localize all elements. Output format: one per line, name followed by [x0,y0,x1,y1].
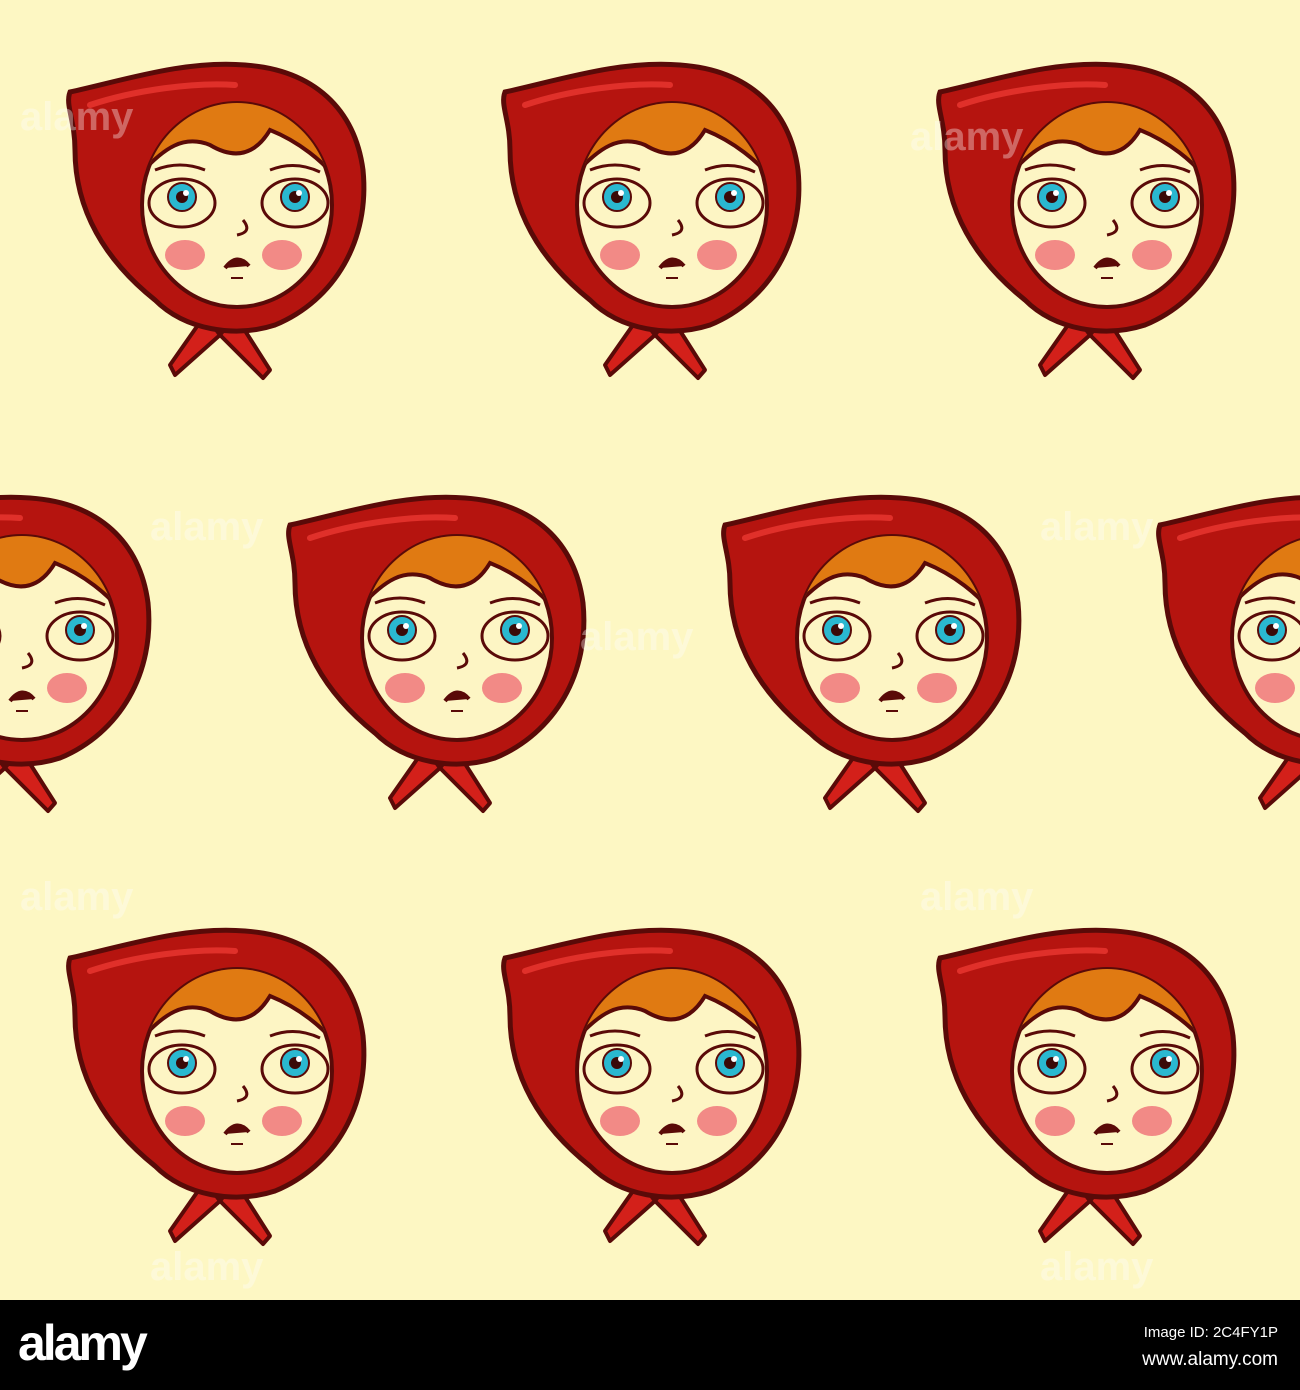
alamy-logo: alamy [18,1315,148,1371]
watermark-text: alamy [20,95,134,139]
watermark-footer: alamy Image ID: 2C4FY1P www.alamy.com [0,1300,1300,1390]
image-id: Image ID: 2C4FY1P [1143,1324,1278,1341]
watermark-text: alamy [20,875,134,919]
watermark-text: alamy [150,1245,264,1289]
watermark-text: alamy [1040,1245,1154,1289]
watermark-text: alamy [1040,505,1154,549]
watermark-text: alamy [920,875,1034,919]
pattern-illustration: alamy alamy alamy alamy alamy alamy alamy alamy… [0,0,1300,1300]
watermark-text: alamy [580,615,694,659]
pattern-svg: alamy alamy alamy alamy alamy alamy alamy alamy… [0,0,1300,1300]
site-url: www.alamy.com [1142,1349,1278,1370]
watermark-text: alamy [910,115,1024,159]
watermark-text: alamy [150,505,264,549]
